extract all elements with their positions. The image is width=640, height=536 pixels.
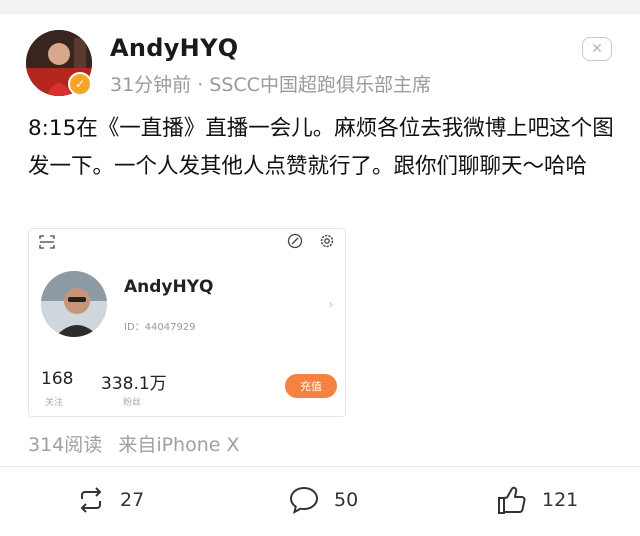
like-count: 121 bbox=[542, 489, 579, 511]
divider bbox=[0, 466, 640, 467]
scan-icon bbox=[39, 235, 55, 249]
card-user-id: ID：44047929 bbox=[124, 322, 196, 333]
card-avatar bbox=[41, 271, 107, 337]
comment-count: 50 bbox=[334, 489, 359, 511]
comment-button[interactable]: 50 bbox=[288, 480, 358, 520]
username[interactable]: AndyHYQ bbox=[110, 34, 238, 62]
like-button[interactable]: 121 bbox=[496, 480, 578, 520]
repost-count: 27 bbox=[120, 489, 145, 511]
following-count: 168 bbox=[41, 369, 74, 389]
repost-button[interactable]: 27 bbox=[76, 480, 144, 520]
comment-icon bbox=[289, 486, 319, 514]
card-username: AndyHYQ bbox=[124, 277, 214, 297]
followers-label: 粉丝 bbox=[123, 398, 142, 408]
close-button[interactable]: ✕ bbox=[582, 37, 612, 61]
charge-button: 充值 bbox=[285, 374, 337, 398]
read-count: 314阅读 bbox=[28, 434, 103, 456]
edit-icon bbox=[287, 233, 303, 249]
followers-count: 338.1万 bbox=[101, 374, 167, 394]
gear-icon bbox=[320, 234, 334, 248]
post-source: 来自iPhone X bbox=[118, 434, 240, 456]
chevron-right-icon: › bbox=[328, 297, 334, 313]
top-strip bbox=[0, 0, 640, 14]
profile-card-image[interactable]: AndyHYQ ID：44047929 › 168 关注 338.1万 粉丝 充… bbox=[28, 228, 346, 417]
following-label: 关注 bbox=[45, 398, 64, 408]
post-text: 8:15在《一直播》直播一会儿。麻烦各位去我微博上吧这个图发一下。一个人发其他人… bbox=[28, 116, 614, 179]
close-icon: ✕ bbox=[591, 41, 603, 57]
repost-icon bbox=[80, 487, 102, 513]
post-meta: 31分钟前 · SSCC中国超跑俱乐部主席 bbox=[110, 74, 431, 96]
read-count-and-source: 314阅读 来自iPhone X bbox=[28, 430, 240, 457]
verified-badge-icon: ✓ bbox=[68, 72, 92, 96]
thumbs-up-icon bbox=[498, 486, 526, 514]
